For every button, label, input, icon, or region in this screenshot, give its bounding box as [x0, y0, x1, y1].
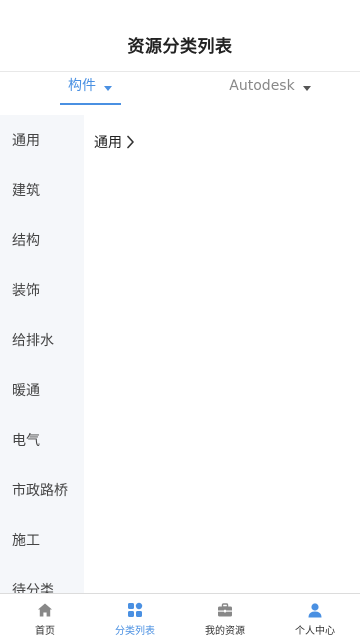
chevron-right-icon	[127, 135, 134, 149]
active-filter-indicator	[60, 103, 121, 105]
sidebar-item-municipal-roads[interactable]: 市政路桥	[0, 465, 84, 515]
caret-down-icon	[104, 86, 112, 91]
filter-component-type[interactable]: 构件	[0, 72, 180, 115]
tab-my-resources[interactable]: 我的资源	[180, 594, 270, 640]
tab-category-list[interactable]: 分类列表	[90, 594, 180, 640]
briefcase-icon	[216, 601, 234, 619]
sidebar-item-unclassified[interactable]: 待分类	[0, 565, 84, 593]
filter-software[interactable]: Autodesk	[180, 72, 360, 115]
grid-icon	[126, 601, 144, 619]
sidebar-item-plumbing[interactable]: 给排水	[0, 315, 84, 365]
sidebar-item-architecture[interactable]: 建筑	[0, 165, 84, 215]
filter-bar: 构件 Autodesk	[0, 72, 360, 115]
breadcrumb[interactable]: 通用	[94, 132, 135, 152]
sidebar-item-general[interactable]: 通用	[0, 115, 84, 165]
app-header: 资源分类列表	[0, 0, 360, 72]
sidebar-item-electrical[interactable]: 电气	[0, 415, 84, 465]
tab-home[interactable]: 首页	[0, 594, 90, 640]
caret-down-icon	[302, 86, 311, 91]
tab-label: 个人中心	[295, 626, 335, 637]
category-content: 通用	[84, 115, 360, 593]
category-sidebar[interactable]: 通用 建筑 结构 装饰 给排水 暖通 电气 市政路桥 施工 待分类	[0, 115, 84, 593]
tab-label: 首页	[35, 626, 55, 637]
person-icon	[306, 601, 324, 619]
bottom-tab-bar: 首页 分类列表 我的资源 个人中心	[0, 593, 360, 640]
home-icon	[36, 601, 54, 619]
sidebar-item-hvac[interactable]: 暖通	[0, 365, 84, 415]
filter-label: Autodesk	[229, 78, 295, 94]
sidebar-item-construction[interactable]: 施工	[0, 515, 84, 565]
page-title: 资源分类列表	[127, 37, 233, 57]
tab-personal-center[interactable]: 个人中心	[270, 594, 360, 640]
sidebar-item-structure[interactable]: 结构	[0, 215, 84, 265]
tab-label: 分类列表	[115, 626, 155, 637]
filter-label: 构件	[68, 78, 96, 94]
tab-label: 我的资源	[205, 626, 245, 637]
breadcrumb-label: 通用	[94, 135, 122, 151]
sidebar-item-decoration[interactable]: 装饰	[0, 265, 84, 315]
